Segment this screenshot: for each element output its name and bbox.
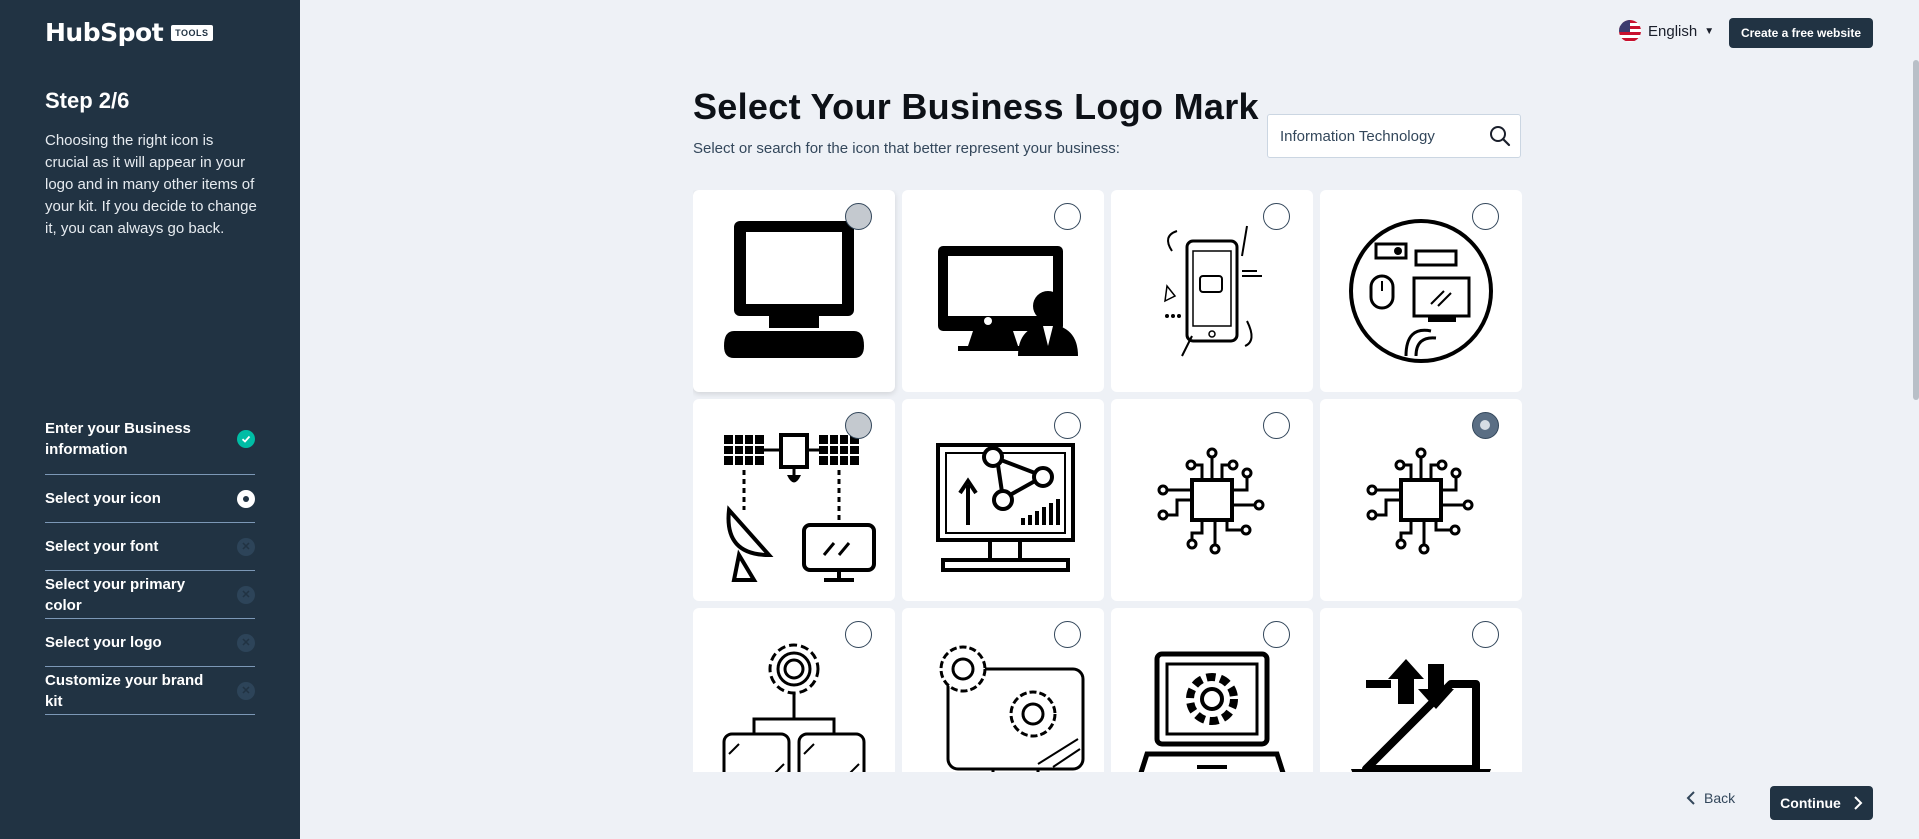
current-step-icon — [237, 489, 255, 508]
step-item-select-font[interactable]: Select your font ✕ — [45, 523, 255, 571]
chevron-right-icon — [1854, 796, 1863, 810]
step-label: Enter your Business information — [45, 420, 191, 458]
create-website-button[interactable]: Create a free website — [1729, 18, 1873, 48]
step-item-select-logo[interactable]: Select your logo ✕ — [45, 619, 255, 667]
icon-radio[interactable] — [1263, 621, 1290, 648]
page-title: Select Your Business Logo Mark — [693, 86, 1259, 127]
search-box — [1267, 114, 1521, 158]
continue-label: Continue — [1780, 795, 1841, 811]
icon-card[interactable] — [902, 190, 1104, 392]
icon-radio[interactable] — [1472, 621, 1499, 648]
step-item-primary-color[interactable]: Select your primary color ✕ — [45, 571, 255, 619]
step-label: Customize your brand kit — [45, 671, 204, 710]
computer-user-icon — [938, 246, 1078, 356]
check-icon — [237, 430, 255, 448]
back-button[interactable]: Back — [1686, 790, 1735, 806]
step-title: Step 2/6 — [45, 88, 130, 113]
step-label: Select your font — [45, 538, 159, 555]
language-label: English — [1648, 22, 1698, 40]
satellite-network-icon — [724, 433, 876, 582]
icon-card[interactable] — [693, 190, 895, 392]
pending-icon: ✕ — [237, 633, 255, 652]
us-flag-icon — [1619, 20, 1641, 42]
icon-card[interactable] — [902, 608, 1104, 772]
search-icon[interactable] — [1480, 125, 1520, 147]
icon-card[interactable] — [693, 608, 895, 772]
icon-card[interactable] — [1111, 608, 1313, 772]
chevron-left-icon — [1686, 791, 1695, 805]
analytics-monitor-icon — [936, 443, 1075, 572]
icon-card[interactable] — [1320, 190, 1522, 392]
step-description: Choosing the right icon is crucial as it… — [45, 132, 257, 237]
pending-icon: ✕ — [237, 681, 255, 700]
logo-badge: TOOLS — [171, 24, 213, 41]
page-scrollbar[interactable] — [1913, 60, 1919, 400]
logo-wordmark: HubSpot — [45, 18, 164, 47]
icon-card[interactable] — [902, 399, 1104, 601]
back-label: Back — [1704, 790, 1736, 806]
icon-radio[interactable] — [1472, 203, 1499, 230]
sidebar: HubSpot TOOLS Step 2/6 Choosing the righ… — [0, 0, 300, 839]
tech-devices-circle-icon — [1349, 219, 1493, 363]
icon-card[interactable] — [1320, 608, 1522, 772]
icon-card[interactable] — [1111, 190, 1313, 392]
step-item-select-icon[interactable]: Select your icon — [45, 475, 255, 523]
icon-radio[interactable] — [845, 412, 872, 439]
icon-card[interactable] — [1320, 399, 1522, 601]
icon-radio[interactable] — [1263, 203, 1290, 230]
continue-button[interactable]: Continue — [1770, 786, 1873, 820]
step-item-brand-kit[interactable]: Customize your brand kit ✕ — [45, 667, 255, 715]
icon-radio[interactable] — [845, 621, 872, 648]
icon-radio[interactable] — [1054, 621, 1081, 648]
icon-radio[interactable] — [1054, 203, 1081, 230]
page-subtitle: Select or search for the icon that bette… — [693, 140, 1120, 157]
icon-grid — [693, 190, 1522, 772]
desktop-computer-icon — [724, 221, 864, 358]
icon-radio[interactable] — [845, 203, 872, 230]
icon-radio[interactable] — [1054, 412, 1081, 439]
icon-radio-selected[interactable] — [1472, 412, 1499, 439]
icon-radio[interactable] — [1263, 412, 1290, 439]
smartphone-chat-icon — [1164, 225, 1262, 357]
icon-card[interactable] — [1111, 399, 1313, 601]
search-input[interactable] — [1268, 115, 1480, 157]
hubspot-logo[interactable]: HubSpot TOOLS — [45, 18, 213, 47]
pending-icon: ✕ — [237, 585, 255, 604]
step-label: Select your primary color — [45, 575, 186, 614]
step-label: Select your icon — [45, 490, 161, 507]
step-label: Select your logo — [45, 634, 162, 651]
icon-card[interactable] — [693, 399, 895, 601]
steps-list: Enter your Business information Select y… — [45, 410, 255, 715]
pending-icon: ✕ — [237, 537, 255, 556]
caret-down-icon: ▼ — [1704, 25, 1715, 37]
language-selector[interactable]: English ▼ — [1619, 20, 1714, 42]
step-item-business-info[interactable]: Enter your Business information — [45, 410, 255, 475]
circuit-chip-icon — [1366, 447, 1474, 555]
circuit-chip-icon — [1157, 447, 1265, 555]
icon-grid-scroll[interactable] — [693, 190, 1522, 772]
